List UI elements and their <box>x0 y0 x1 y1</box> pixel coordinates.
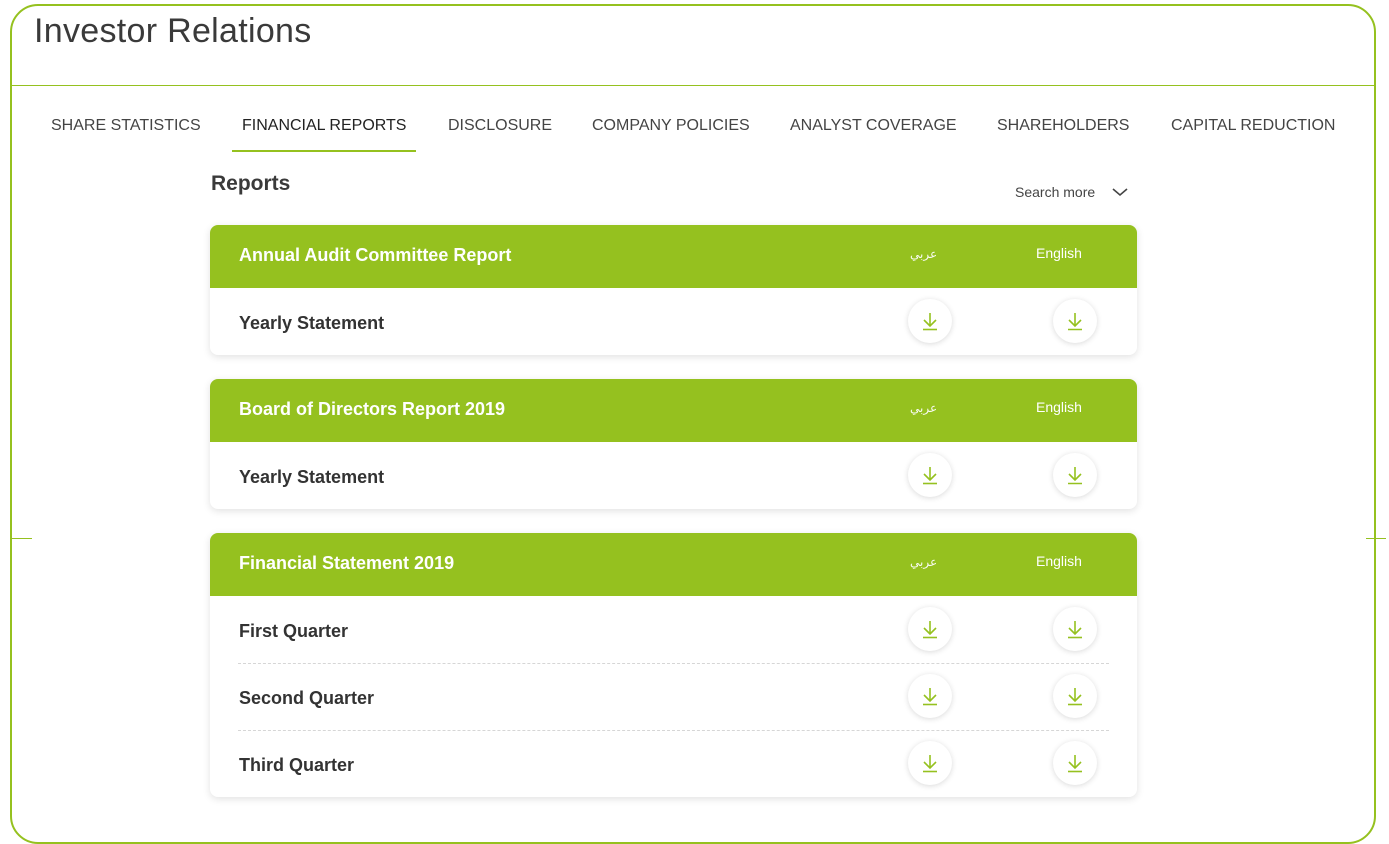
report-row: Yearly Statement <box>210 288 1137 355</box>
report-row-label: Second Quarter <box>239 688 375 708</box>
report-row-label: First Quarter <box>239 621 349 641</box>
download-icon <box>923 467 937 485</box>
download-icon <box>923 755 937 773</box>
report-row-label: Yearly Statement <box>239 313 385 333</box>
report-row: First Quarter <box>210 596 1137 663</box>
report-row: Second Quarter <box>210 663 1137 730</box>
card-title: Board of Directors Report 2019 <box>239 399 506 419</box>
tab-financial-reports[interactable]: FINANCIAL REPORTS <box>231 104 417 152</box>
card-title: Annual Audit Committee Report <box>239 245 512 265</box>
download-icon <box>1068 467 1082 485</box>
tab-shareholders[interactable]: SHAREHOLDERS <box>997 104 1129 148</box>
download-icon <box>1068 313 1082 331</box>
report-row: Yearly Statement <box>210 442 1137 509</box>
download-arabic-button[interactable] <box>908 299 952 343</box>
download-english-button[interactable] <box>1053 674 1097 718</box>
download-arabic-button[interactable] <box>908 453 952 497</box>
title-divider <box>12 85 1376 86</box>
tab-bar: SHARE STATISTICS FINANCIAL REPORTS DISCL… <box>0 104 1389 152</box>
card-header: Annual Audit Committee Report عربي Engli… <box>210 225 1137 288</box>
download-arabic-button[interactable] <box>908 741 952 785</box>
lang-arabic-label: عربي <box>910 555 938 569</box>
download-english-button[interactable] <box>1053 453 1097 497</box>
lang-english-label: English <box>1036 245 1082 261</box>
lang-english-label: English <box>1036 553 1082 569</box>
search-more-label: Search more <box>1015 184 1096 200</box>
download-icon <box>923 313 937 331</box>
chevron-down-icon <box>1112 188 1128 197</box>
lang-arabic-label: عربي <box>910 401 938 415</box>
search-more-dropdown[interactable]: Search more <box>1015 184 1129 200</box>
report-card-board-of-directors: Board of Directors Report 2019 عربي Engl… <box>210 379 1137 509</box>
download-english-button[interactable] <box>1053 607 1097 651</box>
download-english-button[interactable] <box>1053 741 1097 785</box>
card-header: Financial Statement 2019 عربي English <box>210 533 1137 596</box>
download-arabic-button[interactable] <box>908 607 952 651</box>
download-icon <box>1068 688 1082 706</box>
report-row-label: Yearly Statement <box>239 467 385 487</box>
download-icon <box>923 688 937 706</box>
card-header: Board of Directors Report 2019 عربي Engl… <box>210 379 1137 442</box>
report-card-financial-statement: Financial Statement 2019 عربي English Fi… <box>210 533 1137 797</box>
download-english-button[interactable] <box>1053 299 1097 343</box>
download-arabic-button[interactable] <box>908 674 952 718</box>
download-icon <box>1068 755 1082 773</box>
download-icon <box>1068 621 1082 639</box>
tab-analyst-coverage[interactable]: ANALYST COVERAGE <box>790 104 957 148</box>
lang-arabic-label: عربي <box>910 247 938 261</box>
tab-share-statistics[interactable]: SHARE STATISTICS <box>51 104 201 148</box>
report-row: Third Quarter <box>210 730 1137 797</box>
tab-company-policies[interactable]: COMPANY POLICIES <box>592 104 750 148</box>
page-title: Investor Relations <box>34 12 312 50</box>
lang-english-label: English <box>1036 399 1082 415</box>
download-icon <box>923 621 937 639</box>
report-row-label: Third Quarter <box>239 755 355 775</box>
frame-side-mark-right <box>1366 538 1386 539</box>
report-card-annual-audit: Annual Audit Committee Report عربي Engli… <box>210 225 1137 355</box>
tab-capital-reduction[interactable]: CAPITAL REDUCTION <box>1171 104 1335 148</box>
frame-side-mark-left <box>12 538 32 539</box>
reports-heading: Reports <box>211 172 291 195</box>
tab-disclosure[interactable]: DISCLOSURE <box>448 104 552 148</box>
card-title: Financial Statement 2019 <box>239 553 455 573</box>
